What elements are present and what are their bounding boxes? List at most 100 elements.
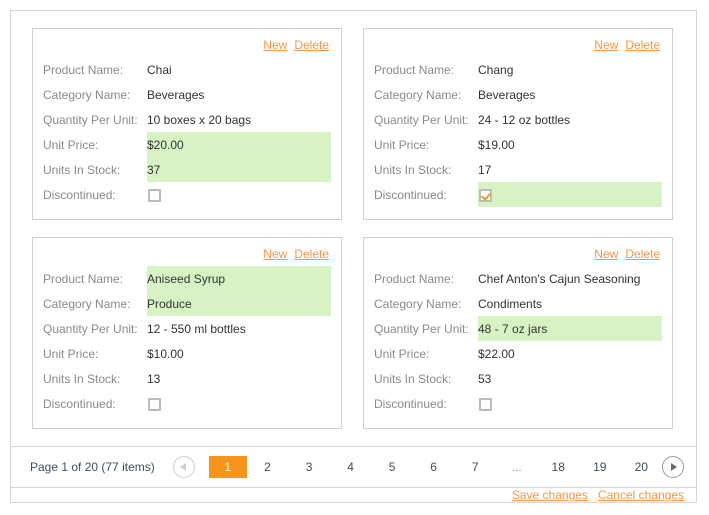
delete-item-link[interactable]: Delete bbox=[294, 38, 329, 52]
field-value[interactable]: 53 bbox=[478, 366, 662, 391]
field-row: Unit Price: $22.00 bbox=[374, 341, 662, 366]
field-row: Product Name: Chai bbox=[43, 57, 331, 82]
field-row: Discontinued: bbox=[43, 391, 331, 416]
field-value[interactable]: Beverages bbox=[147, 82, 331, 107]
field-label: Discontinued: bbox=[374, 396, 447, 411]
field-row: Quantity Per Unit: 12 - 550 ml bottles bbox=[43, 316, 331, 341]
field-value[interactable]: Chai bbox=[147, 57, 331, 82]
page-number-button[interactable]: 4 bbox=[338, 457, 364, 477]
page-number-button[interactable]: 2 bbox=[255, 457, 281, 477]
pager-info: Page 1 of 20 (77 items) bbox=[30, 460, 155, 474]
field-label: Unit Price: bbox=[43, 137, 99, 152]
checkbox-unchecked-icon[interactable] bbox=[148, 397, 161, 411]
page-number-button[interactable]: 6 bbox=[421, 457, 447, 477]
new-item-link[interactable]: New bbox=[594, 38, 618, 52]
new-item-link[interactable]: New bbox=[263, 247, 287, 261]
card-actions: New Delete bbox=[374, 37, 662, 57]
page-number-button[interactable]: 3 bbox=[296, 457, 322, 477]
page-number-button[interactable]: 5 bbox=[379, 457, 405, 477]
field-row: Product Name: Chef Anton's Cajun Seasonin… bbox=[374, 266, 662, 291]
field-value[interactable]: 17 bbox=[478, 157, 662, 182]
field-label: Discontinued: bbox=[374, 187, 447, 202]
delete-item-link[interactable]: Delete bbox=[294, 247, 329, 261]
page-slot: 20 bbox=[621, 457, 663, 477]
page-slot: 3 bbox=[288, 457, 330, 477]
card-actions: New Delete bbox=[43, 37, 331, 57]
field-row: Category Name: Condiments bbox=[374, 291, 662, 316]
page-number-list: 1 2 3 4 5 6 7... 18 19 20 bbox=[195, 456, 662, 478]
field-row: Quantity Per Unit: 48 - 7 oz jars bbox=[374, 316, 662, 341]
field-label: Quantity Per Unit: bbox=[374, 321, 469, 336]
field-value[interactable]: 37 bbox=[147, 157, 331, 182]
field-value[interactable]: Chang bbox=[478, 57, 662, 82]
field-row: Category Name: Beverages bbox=[374, 82, 662, 107]
delete-item-link[interactable]: Delete bbox=[625, 247, 660, 261]
previous-page-button[interactable] bbox=[172, 456, 195, 478]
field-row: Category Name: Beverages bbox=[43, 82, 331, 107]
page-number-button[interactable]: 20 bbox=[628, 457, 654, 477]
field-value[interactable]: $19.00 bbox=[478, 132, 662, 157]
field-row: Discontinued: bbox=[43, 182, 331, 207]
field-value[interactable]: Beverages bbox=[478, 82, 662, 107]
page-slot: 4 bbox=[330, 457, 372, 477]
field-row: Category Name: Produce bbox=[43, 291, 331, 316]
item-card: New Delete Product Name: Aniseed Syrup Categ… bbox=[32, 237, 342, 429]
field-row: Product Name: Aniseed Syrup bbox=[43, 266, 331, 291]
new-item-link[interactable]: New bbox=[594, 247, 618, 261]
page-slot: 19 bbox=[579, 457, 621, 477]
discontinued-checkbox-cell[interactable] bbox=[478, 182, 662, 207]
field-label: Category Name: bbox=[374, 296, 462, 311]
checkbox-unchecked-icon[interactable] bbox=[479, 397, 492, 411]
page-number-button[interactable]: 1 bbox=[208, 456, 247, 478]
page-number-button[interactable]: 18 bbox=[545, 457, 571, 477]
field-value[interactable]: 13 bbox=[147, 366, 331, 391]
new-item-link[interactable]: New bbox=[263, 38, 287, 52]
field-value[interactable]: Produce bbox=[147, 291, 331, 316]
field-label: Unit Price: bbox=[43, 346, 99, 361]
field-row: Units In Stock: 13 bbox=[43, 366, 331, 391]
field-row: Product Name: Chang bbox=[374, 57, 662, 82]
field-value[interactable]: $20.00 bbox=[147, 132, 331, 157]
field-value[interactable]: Chef Anton's Cajun Seasoning bbox=[478, 266, 662, 291]
next-page-button[interactable] bbox=[662, 456, 684, 478]
checkbox-unchecked-icon[interactable] bbox=[148, 188, 161, 202]
page-slot: 2 bbox=[247, 457, 289, 477]
page-slot: 1 bbox=[208, 456, 247, 478]
field-table: Product Name: Chai Category Name: Beverages… bbox=[43, 57, 331, 207]
field-table: Product Name: Chef Anton's Cajun Seasonin… bbox=[374, 266, 662, 416]
field-label: Category Name: bbox=[374, 87, 462, 102]
page-number-button[interactable]: 7 bbox=[462, 457, 488, 477]
cancel-changes-link[interactable]: Cancel changes bbox=[598, 488, 684, 502]
field-value[interactable]: $10.00 bbox=[147, 341, 331, 366]
field-row: Units In Stock: 53 bbox=[374, 366, 662, 391]
field-value[interactable]: 12 - 550 ml bottles bbox=[147, 316, 331, 341]
field-value[interactable]: Condiments bbox=[478, 291, 662, 316]
field-label: Unit Price: bbox=[374, 137, 430, 152]
field-row: Units In Stock: 37 bbox=[43, 157, 331, 182]
save-changes-link[interactable]: Save changes bbox=[512, 488, 588, 502]
delete-item-link[interactable]: Delete bbox=[625, 38, 660, 52]
field-value[interactable]: $22.00 bbox=[478, 341, 662, 366]
page-buttons: 1 2 3 4 5 6 7... 18 19 20 bbox=[172, 456, 684, 478]
field-label: Discontinued: bbox=[43, 396, 116, 411]
field-label: Units In Stock: bbox=[374, 162, 452, 177]
footer-actions: Save changes Cancel changes bbox=[11, 487, 696, 502]
field-label: Quantity Per Unit: bbox=[43, 112, 138, 127]
field-label: Category Name: bbox=[43, 87, 131, 102]
items-area: New Delete Product Name: Chai Category Name:… bbox=[11, 11, 696, 446]
field-value[interactable]: 24 - 12 oz bottles bbox=[478, 107, 662, 132]
checkbox-checked-icon[interactable] bbox=[479, 188, 492, 202]
field-value[interactable]: 48 - 7 oz jars bbox=[478, 316, 662, 341]
page-number-button[interactable]: 19 bbox=[587, 457, 613, 477]
page-slot: 5 bbox=[371, 457, 413, 477]
field-value[interactable]: 10 boxes x 20 bags bbox=[147, 107, 331, 132]
field-label: Units In Stock: bbox=[374, 371, 452, 386]
discontinued-checkbox-cell[interactable] bbox=[147, 182, 331, 207]
discontinued-checkbox-cell[interactable] bbox=[478, 391, 662, 416]
field-value[interactable]: Aniseed Syrup bbox=[147, 266, 331, 291]
field-table: Product Name: Aniseed Syrup Category Name:… bbox=[43, 266, 331, 416]
item-card: New Delete Product Name: Chang Category Name… bbox=[363, 28, 673, 220]
data-grid-container: New Delete Product Name: Chai Category Name:… bbox=[10, 10, 697, 503]
field-row: Unit Price: $19.00 bbox=[374, 132, 662, 157]
discontinued-checkbox-cell[interactable] bbox=[147, 391, 331, 416]
